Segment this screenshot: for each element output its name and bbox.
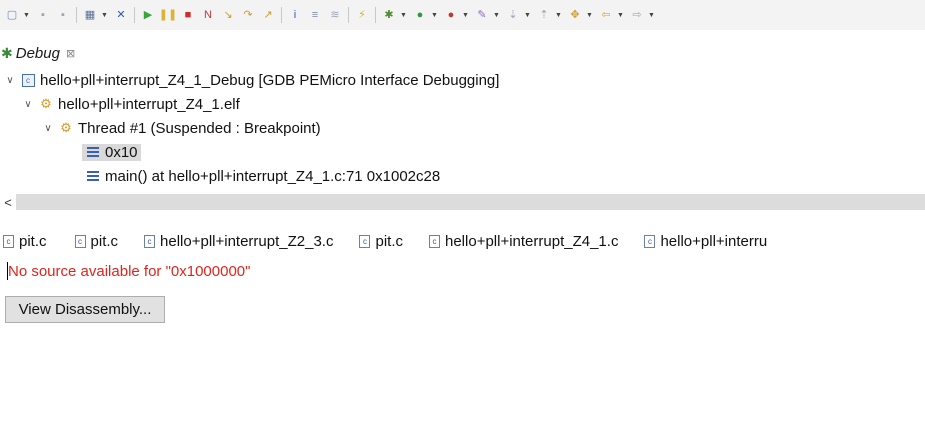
launch-config-icon: c — [20, 72, 36, 88]
connect-icon[interactable]: ⚡ — [354, 7, 370, 23]
new-launch-icon[interactable]: ▢ — [4, 7, 20, 23]
stack-frame-icon — [85, 168, 101, 184]
tree-item-launch-label: hello+pll+interrupt_Z4_1_Debug [GDB PEMi… — [40, 71, 500, 89]
selected-frame[interactable]: 0x10 — [82, 143, 141, 161]
tree-item-process-label: hello+pll+interrupt_Z4_1.elf — [58, 95, 240, 113]
resume-icon[interactable]: ▶ — [140, 7, 156, 23]
chevron-down-icon[interactable]: ▼ — [22, 7, 31, 23]
main-toolbar: ▢ ▼ ▪ ▪ ▦ ▼ ✕ ▶ ❚❚ ■ N ↘ ↷ ↗ i ≡ ≋ ⚡ ✱ ▼ ● ▼ ● ▼ ✎ ▼ ⇣ ▼ ⇡ ▼ ✥ ▼ ⇦ ▼ ⇨ ▼ — [0, 0, 925, 30]
chevron-down-icon[interactable]: ▼ — [554, 7, 563, 23]
chevron-down-icon[interactable]: ▼ — [461, 7, 470, 23]
editor-tab-label: pit.c — [90, 232, 119, 250]
chevron-down-icon[interactable]: ▼ — [399, 7, 408, 23]
c-file-icon: c — [74, 234, 86, 248]
step-into-icon[interactable]: ↘ — [220, 7, 236, 23]
terminate-icon[interactable]: ■ — [180, 7, 196, 23]
next-annotation-icon[interactable]: ⇣ — [505, 7, 521, 23]
scroll-left-icon[interactable]: < — [0, 194, 16, 210]
reset-icon[interactable]: ≡ — [307, 7, 323, 23]
disassembly-icon[interactable]: ▦ — [82, 7, 98, 23]
chevron-down-icon[interactable]: ∨ — [22, 99, 34, 110]
horizontal-scrollbar[interactable]: < — [0, 194, 925, 210]
chevron-down-icon[interactable]: ▼ — [100, 7, 109, 23]
editor-tab[interactable]: c pit.c — [3, 233, 47, 250]
last-edit-location-icon[interactable]: ✥ — [567, 7, 583, 23]
view-disassembly-button[interactable]: View Disassembly... — [5, 296, 165, 323]
editor-tab[interactable]: c hello+pll+interrupt_Z4_1.c — [429, 233, 618, 250]
run-icon[interactable]: ● — [412, 7, 428, 23]
tree-item-frame[interactable]: main() at hello+pll+interrupt_Z4_1.c:71 … — [0, 164, 925, 188]
chevron-down-icon[interactable]: ▼ — [616, 7, 625, 23]
editor-tab[interactable]: c hello+pll+interrupt_Z2_3.c — [144, 233, 333, 250]
tree-item-thread[interactable]: ∨ ⚙ Thread #1 (Suspended : Breakpoint) — [0, 116, 925, 140]
process-icon: ⚙ — [40, 96, 52, 111]
c-file-icon: c — [429, 234, 440, 248]
debug-icon[interactable]: ✱ — [381, 7, 397, 23]
instruction-stepping-icon[interactable]: i — [287, 7, 303, 23]
save-icon[interactable]: ▪ — [35, 7, 51, 23]
toolbar-separator — [281, 7, 282, 23]
editor-tab[interactable]: c pit.c — [359, 233, 403, 250]
previous-annotation-icon[interactable]: ⇡ — [536, 7, 552, 23]
chevron-down-icon[interactable]: ▼ — [585, 7, 594, 23]
c-file-icon: c — [144, 234, 156, 248]
thread-icon: ⚙ — [60, 120, 72, 135]
tree-item-thread-label: Thread #1 (Suspended : Breakpoint) — [78, 119, 321, 137]
step-over-icon[interactable]: ↷ — [240, 7, 256, 23]
save-all-icon[interactable]: ▪ — [55, 7, 71, 23]
tree-item-launch[interactable]: ∨ c hello+pll+interrupt_Z4_1_Debug [GDB … — [0, 68, 925, 92]
pen-icon[interactable]: ✎ — [474, 7, 490, 23]
debug-view-title: Debug — [15, 44, 60, 62]
chevron-down-icon[interactable]: ▼ — [647, 7, 656, 23]
restart-icon[interactable]: ≋ — [327, 7, 343, 23]
chevron-down-icon[interactable]: ∨ — [4, 75, 16, 86]
chevron-down-icon[interactable]: ▼ — [430, 7, 439, 23]
tree-item-frame-label: 0x10 — [105, 143, 138, 161]
toolbar-separator — [76, 7, 77, 23]
toolbar-separator — [375, 7, 376, 23]
tree-item-frame[interactable]: 0x10 — [0, 140, 925, 164]
skip-breakpoints-icon[interactable]: ✕ — [113, 7, 129, 23]
disconnect-icon[interactable]: N — [200, 7, 216, 23]
forward-icon[interactable]: ⇨ — [629, 7, 645, 23]
editor-tab-label: pit.c — [375, 232, 403, 250]
c-file-icon: c — [359, 234, 371, 248]
chevron-down-icon[interactable]: ∨ — [42, 123, 54, 134]
toolbar-separator — [134, 7, 135, 23]
editor-tab-label: pit.c — [19, 232, 47, 250]
toolbar-separator — [348, 7, 349, 23]
stack-frame-icon — [85, 144, 101, 160]
tree-item-frame-label: main() at hello+pll+interrupt_Z4_1.c:71 … — [105, 167, 441, 185]
editor-tab[interactable]: c hello+pll+interru — [644, 233, 767, 250]
back-icon[interactable]: ⇦ — [598, 7, 614, 23]
editor-tab[interactable]: c pit.c — [74, 232, 119, 250]
tree-item-process[interactable]: ∨ ⚙ hello+pll+interrupt_Z4_1.elf — [0, 92, 925, 116]
debug-view-tab[interactable]: ✱ Debug ⊠ — [0, 41, 75, 65]
editor-tab-label: hello+pll+interrupt_Z4_1.c — [445, 232, 619, 250]
external-tools-icon[interactable]: ● — [443, 7, 459, 23]
debug-tree: ∨ c hello+pll+interrupt_Z4_1_Debug [GDB … — [0, 68, 925, 188]
close-icon[interactable]: ⊠ — [66, 47, 75, 60]
editor-tab-label: hello+pll+interrupt_Z2_3.c — [160, 232, 334, 250]
c-file-icon: c — [644, 234, 656, 248]
chevron-down-icon[interactable]: ▼ — [523, 7, 532, 23]
step-return-icon[interactable]: ↗ — [260, 7, 276, 23]
chevron-down-icon[interactable]: ▼ — [492, 7, 501, 23]
c-file-icon: c — [3, 234, 14, 248]
editor-tab-bar: c pit.c c pit.c c hello+pll+interrupt_Z2_3.… — [0, 226, 925, 256]
no-source-message: No source available for "0x1000000" — [8, 263, 251, 280]
suspend-icon[interactable]: ❚❚ — [159, 7, 177, 23]
editor-tab-label: hello+pll+interru — [660, 232, 768, 250]
debug-view-icon: ✱ — [1, 44, 13, 61]
